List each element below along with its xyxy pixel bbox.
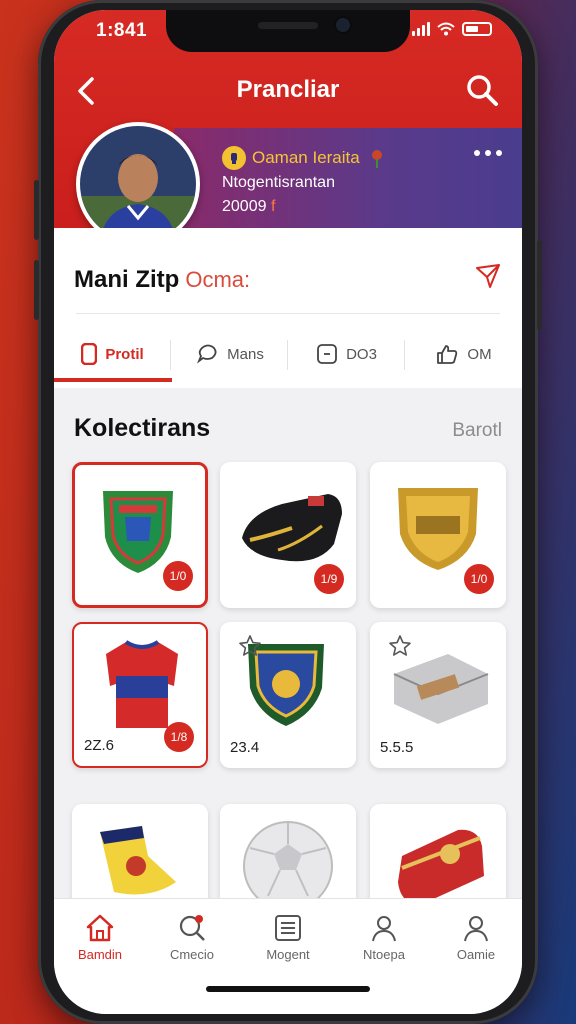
- notch: [166, 10, 410, 52]
- profile-count: 20009 f: [222, 198, 276, 215]
- item-label: 2Z.6: [84, 737, 115, 754]
- thumbs-up-icon: [437, 345, 458, 364]
- phone-frame: 1:841 Prancliar Oaman Ieraita Ntogentisr…: [34, 0, 542, 1024]
- section-title: Kolectirans: [74, 414, 211, 442]
- top-bar: Prancliar: [54, 66, 522, 116]
- search-icon[interactable]: [464, 72, 500, 108]
- badge-icon: [81, 343, 98, 365]
- home-icon: [86, 914, 114, 942]
- wifi-icon: [437, 22, 455, 36]
- price-badge: 1/8: [164, 722, 194, 752]
- nav-people[interactable]: Ntoepa: [344, 913, 424, 962]
- tab-messages[interactable]: Mans: [171, 328, 288, 380]
- gold-badge-icon: [398, 488, 478, 570]
- user-name: Mani Zitp Ocma:: [74, 266, 251, 293]
- trophy-icon: [222, 146, 246, 170]
- side-button: [537, 240, 542, 330]
- speaker: [258, 22, 318, 29]
- tab-docs[interactable]: DO3: [288, 328, 405, 380]
- nav-profile[interactable]: Oamie: [436, 913, 516, 962]
- nav-list[interactable]: Mogent: [248, 913, 328, 962]
- price-badge: 1/9: [314, 564, 344, 594]
- side-button: [34, 180, 39, 240]
- chat-icon: [197, 344, 217, 364]
- jersey-icon: [106, 640, 178, 728]
- user-icon: [372, 916, 396, 942]
- square-icon: [317, 344, 337, 364]
- nav-search[interactable]: Cmecio: [152, 913, 232, 962]
- bottom-nav: Bamdin Cmecio Mogent Ntoepa Oamie: [54, 898, 522, 1014]
- section-link[interactable]: Barotl: [452, 420, 502, 442]
- profile-subtitle: Ntogentisrantan: [222, 174, 335, 191]
- star-icon[interactable]: [238, 634, 262, 658]
- collection-item[interactable]: 1/0: [72, 462, 208, 608]
- divider: [76, 313, 500, 314]
- screen: 1:841 Prancliar Oaman Ieraita Ntogentisr…: [54, 10, 522, 1014]
- gloves-icon: [242, 494, 342, 562]
- status-icons: [412, 22, 492, 36]
- price-badge: 1/0: [163, 561, 193, 591]
- status-time: 1:841: [96, 20, 148, 41]
- badge-text: Oaman Ieraita: [252, 148, 360, 167]
- collection-item[interactable]: 2Z.6 1/8: [72, 622, 208, 768]
- price-badge: 1/0: [464, 564, 494, 594]
- player-photo: [80, 126, 196, 242]
- home-indicator: [206, 986, 370, 992]
- signal-icon: [412, 22, 430, 36]
- flower-icon: [371, 150, 382, 168]
- badge-row: Oaman Ieraita: [222, 146, 388, 170]
- item-label: 5.5.5: [380, 739, 414, 756]
- item-label: 23.4: [230, 739, 260, 756]
- page-title: Prancliar: [236, 76, 340, 103]
- collection-item[interactable]: 1/0: [370, 462, 506, 608]
- nav-home[interactable]: Bamdin: [60, 913, 140, 962]
- tab-likes[interactable]: OM: [405, 328, 522, 380]
- side-button: [34, 260, 39, 320]
- tab-profile[interactable]: Protil: [54, 328, 171, 380]
- camera: [336, 18, 350, 32]
- battery-icon: [462, 22, 492, 36]
- list-icon: [275, 915, 301, 941]
- more-icon[interactable]: [474, 150, 502, 156]
- send-icon[interactable]: [474, 262, 502, 290]
- profile-tabs: Protil Mans DO3 OM: [54, 328, 522, 380]
- crest-icon: [103, 491, 173, 573]
- collection-item[interactable]: 23.4: [220, 622, 356, 768]
- search-icon: [179, 915, 205, 941]
- collection-item[interactable]: 1/9: [220, 462, 356, 608]
- profile-icon: [464, 916, 488, 942]
- collection-item[interactable]: 5.5.5: [370, 622, 506, 768]
- star-icon[interactable]: [388, 634, 412, 658]
- tab-indicator: [54, 378, 172, 382]
